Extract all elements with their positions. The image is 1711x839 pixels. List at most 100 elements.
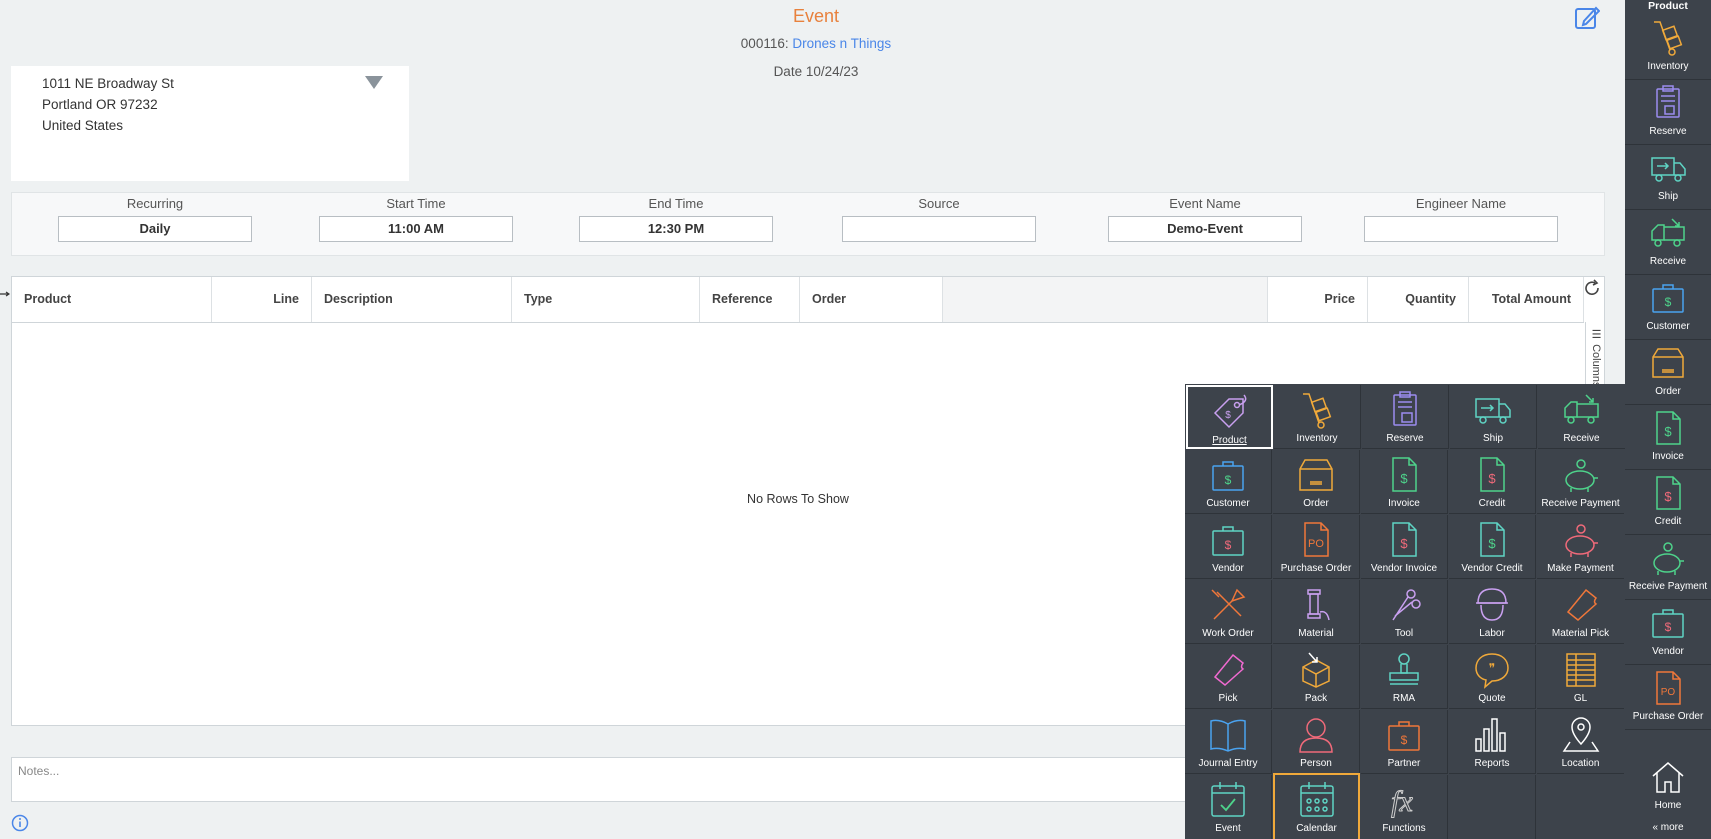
sidebar-item-receive-payment[interactable]: Receive Payment — [1625, 536, 1711, 600]
svg-text:$: $ — [1488, 471, 1496, 486]
menu-item-tool[interactable]: Tool — [1361, 580, 1448, 644]
source-input[interactable] — [842, 216, 1036, 242]
sidebar-item-ship[interactable]: Ship — [1625, 146, 1711, 210]
doc-dollar-icon: $ — [1392, 457, 1417, 492]
columns-tool-tab[interactable]: ☰ Columns — [1585, 322, 1603, 392]
address-card[interactable]: 1011 NE Broadway St Portland OR 97232 Un… — [11, 66, 409, 181]
menu-item-vendor-invoice[interactable]: $ Vendor Invoice — [1361, 515, 1448, 579]
menu-item-calendar[interactable]: Calendar — [1273, 773, 1360, 839]
start-time-input[interactable]: 11:00 AM — [319, 216, 513, 242]
menu-item-vendor[interactable]: $ Vendor — [1185, 515, 1272, 579]
menu-item-receive-payment[interactable]: Receive Payment — [1537, 450, 1624, 514]
menu-item-pick[interactable]: Pick — [1185, 645, 1272, 709]
menu-item-credit[interactable]: $ Credit — [1449, 450, 1536, 514]
field-event-name: Event Name Demo-Event — [1108, 193, 1302, 242]
menu-item-pack[interactable]: Pack — [1273, 645, 1360, 709]
svg-text:$: $ — [1400, 536, 1408, 551]
customer-link[interactable]: Drones n Things — [792, 36, 891, 51]
menu-item-label: Credit — [1478, 498, 1506, 509]
column-header-line[interactable]: Line — [212, 277, 312, 322]
svg-text:$: $ — [1225, 538, 1232, 552]
menu-item-material-pick[interactable]: Material Pick — [1537, 580, 1624, 644]
field-engineer-name: Engineer Name — [1364, 193, 1558, 242]
map-pin-icon — [1562, 717, 1599, 752]
sidebar-item-purchase-order[interactable]: PO Purchase Order — [1625, 666, 1711, 730]
menu-item-product[interactable]: $ Product — [1186, 385, 1273, 449]
menu-item-make-payment[interactable]: Make Payment — [1537, 515, 1624, 579]
menu-item-label: Receive Payment — [1541, 498, 1620, 509]
menu-item-receive[interactable]: Receive — [1538, 385, 1625, 449]
column-header-type[interactable]: Type — [512, 277, 700, 322]
engineer-name-input[interactable] — [1364, 216, 1558, 242]
sidebar-item-label: Customer — [1646, 321, 1690, 332]
menu-item-label: Person — [1300, 758, 1332, 769]
column-header-total-amount[interactable]: Total Amount — [1469, 277, 1584, 322]
menu-item-functions[interactable]: fx Functions — [1361, 775, 1448, 839]
menu-item-location[interactable]: Location — [1537, 710, 1624, 774]
menu-item-inventory[interactable]: Inventory — [1274, 385, 1361, 449]
column-header-reference[interactable]: Reference — [700, 277, 800, 322]
menu-item-order[interactable]: Order — [1273, 450, 1360, 514]
menu-item-ship[interactable]: Ship — [1450, 385, 1537, 449]
sidebar-item-order[interactable]: Order — [1625, 341, 1711, 405]
svg-text:$: $ — [1665, 620, 1672, 634]
menu-item-rma[interactable]: RMA — [1361, 645, 1448, 709]
menu-item-label: Tool — [1394, 628, 1414, 639]
menu-item-material[interactable]: Material — [1273, 580, 1360, 644]
sidebar-item-label: Vendor — [1652, 646, 1684, 657]
sidebar-item-invoice[interactable]: $ Invoice — [1625, 406, 1711, 470]
refresh-icon[interactable] — [1583, 279, 1601, 297]
menu-item-person[interactable]: Person — [1273, 710, 1360, 774]
column-header-product[interactable]: Product — [12, 277, 212, 322]
column-header-quantity[interactable]: Quantity — [1368, 277, 1469, 322]
sidebar-more-link[interactable]: « more — [1625, 822, 1711, 833]
date-value[interactable]: 10/24/23 — [806, 64, 859, 79]
field-start-time: Start Time 11:00 AM — [319, 193, 513, 242]
menu-item-customer[interactable]: $ Customer — [1185, 450, 1272, 514]
column-header-order[interactable]: Order — [800, 277, 943, 322]
menu-item-labor[interactable]: Labor — [1449, 580, 1536, 644]
svg-text:$: $ — [1225, 473, 1232, 487]
sidebar-item-product[interactable]: Product — [1625, 0, 1711, 16]
briefcase-dollar-icon: $ — [1212, 526, 1244, 556]
sidebar-item-home[interactable]: Home — [1625, 755, 1711, 819]
menu-item-reserve[interactable]: Reserve — [1362, 385, 1449, 449]
sidebar-item-customer[interactable]: $ Customer — [1625, 276, 1711, 340]
sidebar-item-receive[interactable]: Receive — [1625, 211, 1711, 275]
menu-item-event[interactable]: Event — [1185, 775, 1272, 839]
edit-icon[interactable] — [1574, 5, 1600, 31]
doc-dollar-icon: $ — [1480, 522, 1505, 557]
menu-item-reports[interactable]: Reports — [1449, 710, 1536, 774]
sidebar-item-vendor[interactable]: $ Vendor — [1625, 601, 1711, 665]
fx-icon: fx — [1391, 785, 1414, 819]
box-icon — [1652, 348, 1684, 378]
sidebar-item-reserve[interactable]: Reserve — [1625, 81, 1711, 145]
menu-item-label: Event — [1215, 823, 1241, 834]
menu-item-gl[interactable]: GL — [1537, 645, 1624, 709]
list-icon: ☰ — [1590, 328, 1602, 345]
svg-text:$: $ — [1665, 295, 1672, 309]
end-time-input[interactable]: 12:30 PM — [579, 216, 773, 242]
info-icon[interactable] — [11, 814, 29, 832]
doc-dollar-icon: $ — [1656, 411, 1681, 445]
menu-item-journal-entry[interactable]: Journal Entry — [1185, 710, 1272, 774]
menu-item-label: Reports — [1474, 758, 1510, 769]
event-name-input[interactable]: Demo-Event — [1108, 216, 1302, 242]
column-header-description[interactable]: Description — [312, 277, 512, 322]
doc-dollar-icon: $ — [1480, 457, 1505, 492]
menu-item-label: Reserve — [1386, 433, 1424, 444]
menu-item-work-order[interactable]: Work Order — [1185, 580, 1272, 644]
sidebar-item-credit[interactable]: $ Credit — [1625, 471, 1711, 535]
menu-empty-cell — [1537, 775, 1624, 839]
triangle-down-icon[interactable] — [365, 76, 383, 89]
menu-item-vendor-credit[interactable]: $ Vendor Credit — [1449, 515, 1536, 579]
ledger-icon — [1565, 653, 1596, 687]
menu-item-partner[interactable]: $ Partner — [1361, 710, 1448, 774]
column-header-price[interactable]: Price — [1268, 277, 1368, 322]
recurring-select[interactable]: Daily — [58, 216, 252, 242]
menu-item-quote[interactable]: ❞ Quote — [1449, 645, 1536, 709]
menu-item-invoice[interactable]: $ Invoice — [1361, 450, 1448, 514]
sidebar-item-inventory[interactable]: Inventory — [1625, 16, 1711, 80]
menu-empty-cell — [1449, 775, 1536, 839]
menu-item-purchase-order[interactable]: PO Purchase Order — [1273, 515, 1360, 579]
